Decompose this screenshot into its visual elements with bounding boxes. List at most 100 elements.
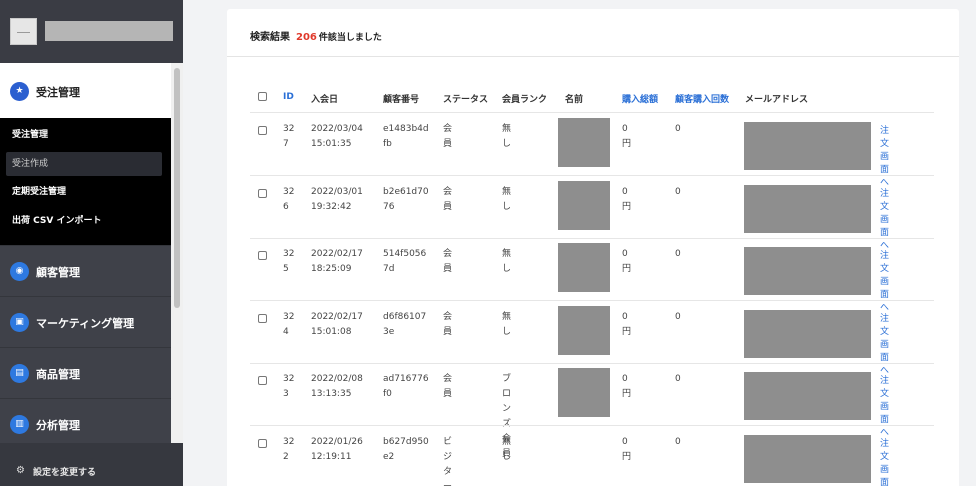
sidebar-header bbox=[0, 0, 183, 63]
sidebar-section-marketing[interactable]: ▣ マーケティング管理 bbox=[0, 296, 171, 347]
order-screen-link[interactable]: 注文画面へ bbox=[880, 373, 889, 438]
results-panel: 検索結果 206 件該当しました ID 入会日 顧客番号 ステータス 会員ランク 名… bbox=[227, 9, 959, 486]
cell-member-rank: 無し bbox=[502, 122, 511, 152]
shop-logo[interactable] bbox=[10, 18, 37, 45]
cell-line: 無し bbox=[502, 187, 512, 212]
order-screen-link[interactable]: 注文画面へ bbox=[880, 186, 889, 251]
header-name: 名前 bbox=[565, 95, 584, 105]
submenu-item-create-order[interactable]: 受注作成 bbox=[6, 152, 162, 176]
email-redacted bbox=[744, 122, 871, 170]
cell-id: 32 4 bbox=[283, 310, 294, 340]
cell-line: 32 bbox=[283, 312, 295, 322]
cell-total-purchase: 0円 bbox=[622, 312, 632, 337]
header-purchase-count[interactable]: 顧客購入回数 bbox=[675, 92, 729, 105]
divider bbox=[227, 56, 959, 57]
row-divider bbox=[250, 175, 934, 176]
box-icon: ▤ bbox=[10, 364, 29, 383]
row-checkbox[interactable] bbox=[258, 126, 267, 135]
cell-status: ビジター bbox=[443, 437, 453, 486]
cell-join-date: 2022/02/17 15:01:08 bbox=[311, 310, 363, 340]
cell-line: 2022/01/26 bbox=[311, 437, 363, 447]
email-redacted bbox=[744, 185, 871, 233]
cell-total-purchase: 0円 bbox=[622, 374, 632, 399]
cell-customer-number: d6f86107 3e bbox=[383, 310, 426, 340]
cell-total-purchase: 0円 bbox=[622, 437, 632, 462]
cell-line: e1483b4d bbox=[383, 124, 429, 134]
cell-join-date: 2022/02/17 18:25:09 bbox=[311, 247, 363, 277]
cell-line: 18:25:09 bbox=[311, 264, 352, 274]
cell-join-date: 2022/02/08 13:13:35 bbox=[311, 372, 363, 402]
sidebar-section-customers[interactable]: ◉ 顧客管理 bbox=[0, 245, 171, 296]
row-checkbox[interactable] bbox=[258, 251, 267, 260]
order-screen-link[interactable]: 注文画面へ bbox=[880, 248, 889, 313]
settings-button[interactable]: ⚙ 設定を変更する bbox=[0, 443, 183, 486]
header-id[interactable]: ID bbox=[283, 92, 294, 102]
cell-status: 会員 bbox=[443, 187, 453, 212]
cell-id: 32 7 bbox=[283, 122, 294, 152]
cell-customer-number: 514f5056 7d bbox=[383, 247, 426, 277]
cell-line: 無し bbox=[502, 124, 512, 149]
cell-line: 2022/03/04 bbox=[311, 124, 363, 134]
submenu-item-shipping-csv-import[interactable]: 出荷 CSV インポート bbox=[6, 209, 162, 233]
cell-purchase-count: 0 bbox=[675, 124, 681, 134]
order-submenu: 受注管理 受注作成 定期受注管理 出荷 CSV インポート bbox=[0, 118, 171, 246]
name-redacted bbox=[558, 118, 610, 167]
star-icon: ★ bbox=[10, 82, 29, 101]
cell-line: 2022/02/17 bbox=[311, 312, 363, 322]
cell-purchase-count: 0 bbox=[675, 437, 681, 447]
cell-line: 32 bbox=[283, 124, 295, 134]
select-all-checkbox[interactable] bbox=[258, 92, 267, 101]
header-total-purchase[interactable]: 購入総額 bbox=[622, 92, 658, 105]
row-divider bbox=[250, 363, 934, 364]
header-member-rank: 会員ランク bbox=[502, 95, 548, 105]
cell-join-date: 2022/01/26 12:19:11 bbox=[311, 435, 363, 465]
cell-line: 19:32:42 bbox=[311, 202, 352, 212]
settings-label: 設定を変更する bbox=[33, 468, 97, 478]
cell-line: 7 bbox=[283, 139, 289, 149]
row-checkbox[interactable] bbox=[258, 376, 267, 385]
header-status: ステータス bbox=[443, 95, 489, 105]
cell-customer-number: e1483b4d fb bbox=[383, 122, 429, 152]
row-checkbox[interactable] bbox=[258, 189, 267, 198]
cell-join-date: 2022/03/04 15:01:35 bbox=[311, 122, 363, 152]
cell-line: 無し bbox=[502, 312, 512, 337]
cell-line: d6f86107 bbox=[383, 312, 427, 322]
cell-line: 2022/02/08 bbox=[311, 374, 363, 384]
sidebar: ★ 受注管理 受注管理 受注作成 定期受注管理 出荷 CSV インポート ◉ 顧… bbox=[0, 0, 183, 486]
chart-icon: ▥ bbox=[10, 415, 29, 434]
row-divider bbox=[250, 238, 934, 239]
sidebar-section-products[interactable]: ▤ 商品管理 bbox=[0, 347, 171, 398]
scrollbar-thumb[interactable] bbox=[174, 68, 180, 308]
cell-id: 32 6 bbox=[283, 185, 294, 215]
sidebar-scrollbar[interactable] bbox=[171, 63, 183, 443]
order-screen-link[interactable]: 注文画面へ bbox=[880, 123, 889, 188]
row-checkbox[interactable] bbox=[258, 439, 267, 448]
header-divider bbox=[250, 112, 934, 113]
cell-line: 7d bbox=[383, 264, 395, 274]
cell-status: 会員 bbox=[443, 249, 453, 274]
order-screen-link[interactable]: 注文画面へ bbox=[880, 311, 889, 376]
cell-customer-number: b627d950 e2 bbox=[383, 435, 429, 465]
sidebar-section-analytics[interactable]: ▥ 分析管理 bbox=[0, 398, 171, 443]
cell-line: 無し bbox=[502, 249, 512, 274]
cell-line: 12:19:11 bbox=[311, 452, 352, 462]
results-count: 206 bbox=[296, 32, 317, 43]
submenu-item-order-management[interactable]: 受注管理 bbox=[6, 123, 162, 147]
cell-purchase-count: 0 bbox=[675, 187, 681, 197]
cell-purchase-count: 0 bbox=[675, 374, 681, 384]
email-redacted bbox=[744, 435, 871, 483]
submenu-item-regular-orders[interactable]: 定期受注管理 bbox=[6, 180, 162, 204]
order-screen-link[interactable]: 注文画面へ bbox=[880, 436, 889, 486]
sidebar-section-order[interactable]: ★ 受注管理 bbox=[0, 63, 171, 118]
cell-line: 2022/03/01 bbox=[311, 187, 363, 197]
email-redacted bbox=[744, 372, 871, 420]
name-redacted bbox=[558, 306, 610, 355]
cell-line: fb bbox=[383, 139, 392, 149]
cell-join-date: 2022/03/01 19:32:42 bbox=[311, 185, 363, 215]
row-divider bbox=[250, 300, 934, 301]
user-icon: ◉ bbox=[10, 262, 29, 281]
row-checkbox[interactable] bbox=[258, 314, 267, 323]
cell-member-rank: 無し bbox=[502, 247, 511, 277]
cell-customer-number: ad716776 f0 bbox=[383, 372, 429, 402]
cell-line: 3e bbox=[383, 327, 395, 337]
